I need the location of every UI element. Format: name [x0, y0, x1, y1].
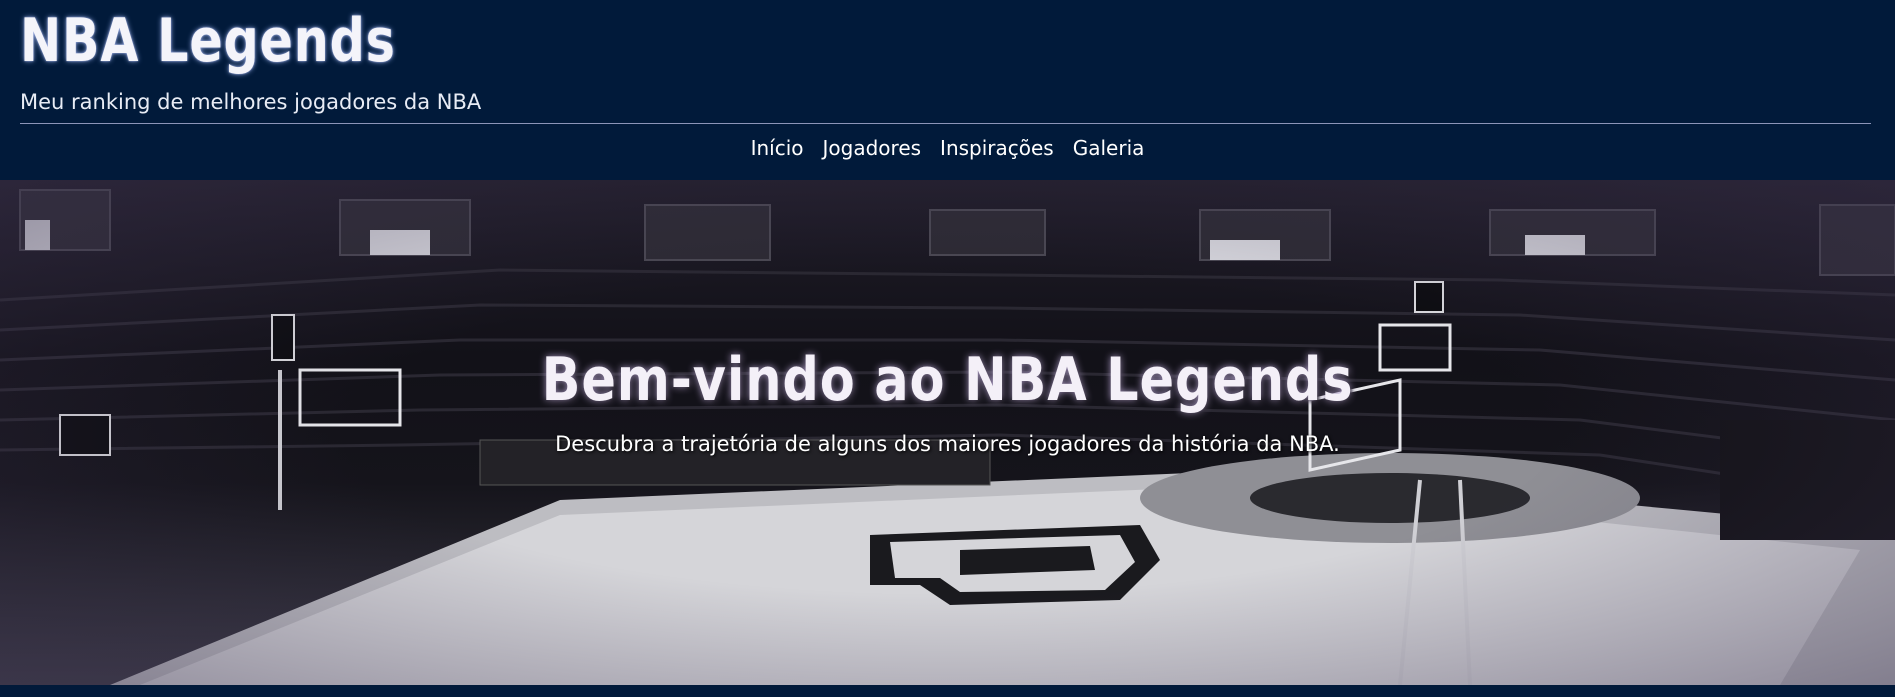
hero-title: Bem-vindo ao NBA Legends: [541, 345, 1354, 415]
site-subtitle: Meu ranking de melhores jogadores da NBA: [20, 90, 482, 114]
site-title: NBA Legends: [20, 6, 396, 76]
main-nav: Início Jogadores Inspirações Galeria: [0, 136, 1895, 160]
nav-link-galeria[interactable]: Galeria: [1073, 136, 1145, 160]
header-divider: [20, 123, 1871, 124]
page-bottom-strip: [0, 685, 1895, 697]
nav-link-inicio[interactable]: Início: [751, 136, 804, 160]
site-header: NBA Legends Meu ranking de melhores joga…: [0, 0, 1895, 180]
nav-link-jogadores[interactable]: Jogadores: [823, 136, 922, 160]
hero-banner: Bem-vindo ao NBA Legends Descubra a traj…: [0, 180, 1895, 685]
hero-description: Descubra a trajetória de alguns dos maio…: [555, 432, 1340, 456]
nav-link-inspiracoes[interactable]: Inspirações: [940, 136, 1054, 160]
